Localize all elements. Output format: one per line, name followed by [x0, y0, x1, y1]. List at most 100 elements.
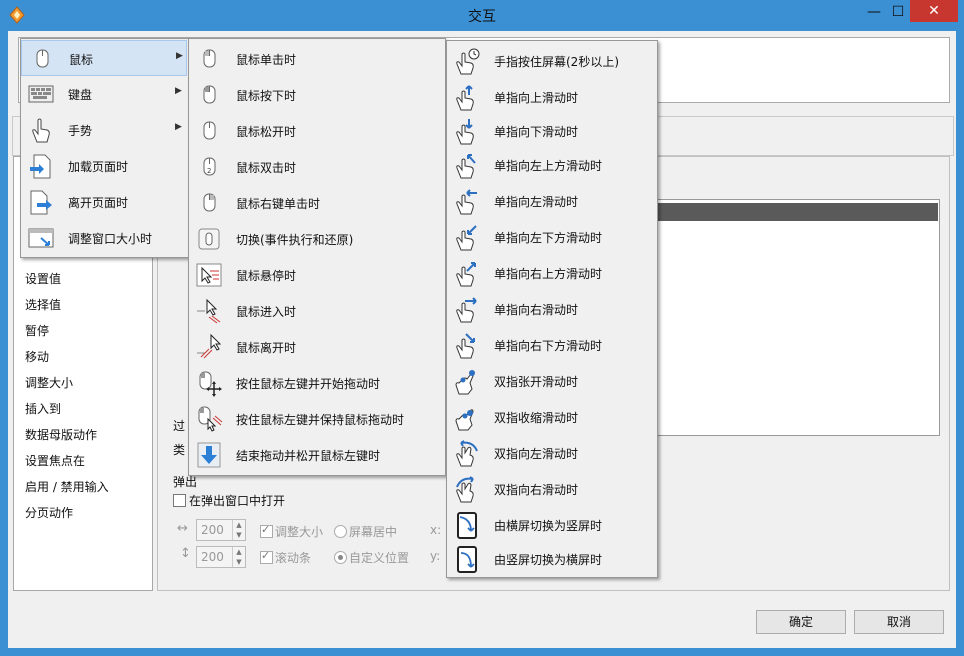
swipe-down-left-icon	[456, 225, 477, 251]
menu-item-window-resize[interactable]: 调整窗口大小时	[21, 220, 187, 256]
two-finger-left-icon	[456, 440, 478, 467]
action-item-paging[interactable]: 分页动作	[25, 503, 73, 523]
swipe-up-right-icon	[456, 262, 476, 287]
menu-item-label: 双指张开滑动时	[494, 375, 579, 389]
menu-item-two-finger-right[interactable]: 双指向右滑动时	[447, 471, 657, 507]
menu-item-label: 双指向右滑动时	[494, 483, 579, 497]
menu-item-label: 鼠标离开时	[236, 341, 297, 355]
menu-item-label: 鼠标右键单击时	[236, 197, 321, 211]
menu-item-label: 单指向右滑动时	[494, 303, 579, 317]
action-item-insert[interactable]: 插入到	[25, 399, 61, 419]
menu-item-gesture[interactable]: 手势 ▶	[21, 112, 187, 148]
menu-item-swipe-up[interactable]: 单指向上滑动时	[447, 79, 657, 115]
action-item-data-master[interactable]: 数据母版动作	[25, 425, 97, 445]
menu-item-swipe-right[interactable]: 单指向右滑动时	[447, 291, 657, 327]
menu-item-mouse-down[interactable]: 鼠标按下时	[189, 77, 445, 113]
ok-button[interactable]: 确定	[756, 610, 846, 634]
menu-item-mouse-hover[interactable]: 鼠标悬停时	[189, 257, 445, 293]
menu-item-label: 离开页面时	[68, 196, 129, 210]
page-leave-icon	[30, 190, 52, 215]
menu-item-page-leave[interactable]: 离开页面时	[21, 184, 187, 220]
menu-item-label: 单指向右下方滑动时	[494, 339, 603, 353]
menu-item-label: 由竖屏切换为横屏时	[494, 553, 603, 567]
menu-item-label: 按住鼠标左键并开始拖动时	[236, 377, 381, 391]
drag-move-icon	[198, 406, 223, 432]
height-spinner[interactable]: 200 ▲ ▼	[196, 546, 246, 568]
menu-item-label: 双指向左滑动时	[494, 447, 579, 461]
menu-item-label: 结束拖动并松开鼠标左键时	[236, 449, 381, 463]
toggle-icon	[198, 228, 220, 250]
menu-item-label: 手指按住屏幕(2秒以上)	[494, 55, 619, 69]
action-item-move[interactable]: 移动	[25, 347, 49, 367]
menu-item-landscape-to-portrait[interactable]: 由横屏切换为竖屏时	[447, 507, 657, 543]
height-arrow-icon: ↕	[180, 546, 191, 561]
center-radio[interactable]	[334, 525, 347, 538]
scrollbar-checkbox[interactable]	[260, 549, 273, 564]
action-item-resize[interactable]: 调整大小	[25, 373, 73, 393]
menu-item-finger-hold[interactable]: 手指按住屏幕(2秒以上)	[447, 43, 657, 79]
menu-item-label: 双指收缩滑动时	[494, 411, 579, 425]
menu-item-drag-move[interactable]: 按住鼠标左键并保持鼠标拖动时	[189, 401, 445, 437]
menu-item-two-finger-left[interactable]: 双指向左滑动时	[447, 435, 657, 471]
pinch-in-icon	[455, 409, 474, 431]
menu-item-mouse[interactable]: 鼠标 ▶	[21, 40, 187, 76]
action-item-select-value[interactable]: 选择值	[25, 295, 61, 315]
menu-item-swipe-left[interactable]: 单指向左滑动时	[447, 183, 657, 219]
menu-item-mouse-click[interactable]: 鼠标单击时	[189, 41, 445, 77]
menu-item-page-load[interactable]: 加载页面时	[21, 148, 187, 184]
width-spinner[interactable]: 200 ▲ ▼	[196, 519, 246, 541]
menu-item-swipe-down-left[interactable]: 单指向左下方滑动时	[447, 219, 657, 255]
menu-item-label: 鼠标按下时	[236, 89, 297, 103]
menu-item-swipe-down[interactable]: 单指向下滑动时	[447, 113, 657, 149]
cancel-button[interactable]: 取消	[854, 610, 944, 634]
menu-item-keyboard[interactable]: 键盘 ▶	[21, 76, 187, 112]
custom-position-radio[interactable]	[334, 551, 347, 564]
action-item-set-focus[interactable]: 设置焦点在	[25, 451, 85, 471]
open-in-popup-checkbox[interactable]	[173, 494, 186, 507]
menu-item-mouse-up[interactable]: 鼠标松开时	[189, 113, 445, 149]
menu-item-mouse-enter[interactable]: 鼠标进入时	[189, 293, 445, 329]
menu-item-pinch-out[interactable]: 双指张开滑动时	[447, 363, 657, 399]
action-item-set-value[interactable]: 设置值	[25, 269, 61, 289]
width-arrow-icon: ↔	[177, 521, 188, 536]
mouse-up-icon	[203, 121, 216, 140]
filter-label: 过	[173, 419, 186, 433]
menu-item-label: 由横屏切换为竖屏时	[494, 519, 603, 533]
menu-item-swipe-down-right[interactable]: 单指向右下方滑动时	[447, 327, 657, 363]
resize-label: 调整大小	[275, 525, 324, 539]
menu-item-label: 鼠标悬停时	[236, 269, 297, 283]
action-item-enable-disable[interactable]: 启用 / 禁用输入	[25, 477, 109, 497]
svg-text:2: 2	[207, 167, 211, 175]
menu-item-drag-end[interactable]: 结束拖动并松开鼠标左键时	[189, 437, 445, 473]
menu-item-drag-start[interactable]: 按住鼠标左键并开始拖动时	[189, 365, 445, 401]
menu-item-mouse-double-click[interactable]: 2 鼠标双击时	[189, 149, 445, 185]
resize-checkbox[interactable]	[260, 523, 273, 538]
close-button[interactable]: ✕	[910, 0, 958, 22]
spinner-arrows-icon[interactable]: ▲ ▼	[232, 520, 245, 540]
menu-item-mouse-leave[interactable]: 鼠标离开时	[189, 329, 445, 365]
menu-item-portrait-to-landscape[interactable]: 由竖屏切换为横屏时	[447, 541, 657, 577]
menu-item-label: 切换(事件执行和还原)	[236, 233, 354, 247]
menu-item-label: 鼠标松开时	[236, 125, 297, 139]
mouse-click-icon	[203, 49, 216, 68]
open-in-popup-label: 在弹出窗口中打开	[189, 494, 286, 508]
drag-start-icon	[199, 371, 222, 397]
keyboard-icon	[28, 85, 54, 103]
menu-item-label: 单指向左滑动时	[494, 195, 579, 209]
menu-item-label: 按住鼠标左键并保持鼠标拖动时	[236, 413, 405, 427]
spinner-arrows-icon[interactable]: ▲ ▼	[232, 547, 245, 567]
menu-item-mouse-right-click[interactable]: 鼠标右键单击时	[189, 185, 445, 221]
finger-hold-icon	[456, 48, 480, 75]
menu-item-toggle[interactable]: 切换(事件执行和还原)	[189, 221, 445, 257]
window-title: 交互	[468, 9, 496, 25]
menu-item-label: 手势	[68, 124, 93, 138]
menu-item-label: 鼠标进入时	[236, 305, 297, 319]
menu-item-swipe-up-left[interactable]: 单指向左上方滑动时	[447, 147, 657, 183]
menu-item-label: 单指向左下方滑动时	[494, 231, 603, 245]
menu-item-swipe-up-right[interactable]: 单指向右上方滑动时	[447, 255, 657, 291]
swipe-down-right-icon	[456, 333, 475, 359]
action-item-pause[interactable]: 暂停	[25, 321, 49, 341]
width-value: 200	[201, 523, 224, 537]
menu-item-label: 单指向上滑动时	[494, 91, 579, 105]
menu-item-pinch-in[interactable]: 双指收缩滑动时	[447, 399, 657, 435]
